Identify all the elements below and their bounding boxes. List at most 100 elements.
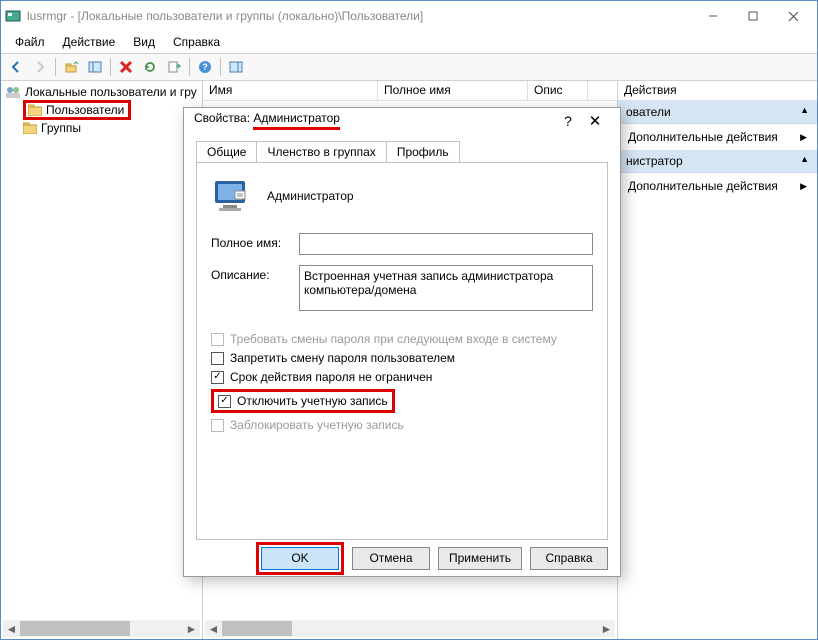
check-label: Заблокировать учетную запись <box>230 418 404 432</box>
help-button[interactable]: ? <box>194 56 216 78</box>
scroll-left-arrow[interactable]: ◄ <box>205 621 222 636</box>
check-account-locked: Заблокировать учетную запись <box>211 418 593 432</box>
col-desc[interactable]: Опис <box>528 81 588 100</box>
tab-general[interactable]: Общие <box>196 141 257 162</box>
fullname-input[interactable] <box>299 233 593 255</box>
folder-icon <box>28 104 42 116</box>
dialog-titlebar[interactable]: Свойства: Администратор ? ✕ <box>184 108 620 133</box>
refresh-button[interactable] <box>139 56 161 78</box>
main-hscrollbar[interactable]: ◄ ► <box>205 620 615 637</box>
users-groups-icon <box>5 84 21 100</box>
actions-more-label: Дополнительные действия <box>628 130 778 144</box>
col-name[interactable]: Имя <box>203 81 378 100</box>
cancel-button[interactable]: Отмена <box>352 547 430 570</box>
mmc-window: lusrmgr - [Локальные пользователи и груп… <box>0 0 818 640</box>
check-password-never-expires[interactable]: ✓ Срок действия пароля не ограничен <box>211 370 593 384</box>
app-icon <box>5 8 21 24</box>
apply-button[interactable]: Применить <box>438 547 522 570</box>
tree-pane: Локальные пользователи и гру Пользовател… <box>1 81 203 639</box>
folder-icon <box>23 122 37 134</box>
toolbar: ? <box>1 53 817 81</box>
actions-header: Действия <box>618 81 817 101</box>
tree-root-label: Локальные пользователи и гру <box>25 85 197 99</box>
col-fullname[interactable]: Полное имя <box>378 81 528 100</box>
chevron-right-icon: ▶ <box>800 132 807 143</box>
actions-more-1[interactable]: Дополнительные действия ▶ <box>618 124 817 150</box>
checkbox-icon[interactable]: ✓ <box>218 395 231 408</box>
ok-button-highlight: OK <box>256 542 344 575</box>
menubar: Файл Действие Вид Справка <box>1 31 817 53</box>
menu-file[interactable]: Файл <box>7 33 53 51</box>
fullname-label: Полное имя: <box>211 233 299 250</box>
checkbox-icon[interactable]: ✓ <box>211 371 224 384</box>
close-button[interactable] <box>773 2 813 30</box>
scroll-left-arrow[interactable]: ◄ <box>3 621 20 636</box>
user-account-icon <box>211 177 253 215</box>
properties-dialog: Свойства: Администратор ? ✕ Общие Членст… <box>183 107 621 577</box>
ok-button[interactable]: OK <box>261 547 339 570</box>
tree-root[interactable]: Локальные пользователи и гру <box>3 83 200 101</box>
dialog-tabs: Общие Членство в группах Профиль <box>196 141 608 162</box>
tree-users[interactable]: Пользователи <box>3 101 200 119</box>
tree-hscrollbar[interactable]: ◄ ► <box>3 620 200 637</box>
dialog-close-button[interactable]: ✕ <box>580 112 610 130</box>
actions-band-admin[interactable]: нистратор ▲ <box>618 150 817 173</box>
checkbox-icon[interactable] <box>211 352 224 365</box>
dialog-title-prefix: Свойства: <box>194 111 253 125</box>
tab-membership[interactable]: Членство в группах <box>256 141 386 162</box>
check-disable-account-highlight: ✓ Отключить учетную запись <box>211 389 395 413</box>
actions-band-users[interactable]: ователи ▲ <box>618 101 817 124</box>
tree-users-label: Пользователи <box>46 103 124 117</box>
actions-band-label: ователи <box>626 105 671 119</box>
scroll-right-arrow[interactable]: ► <box>183 621 200 636</box>
delete-button[interactable] <box>115 56 137 78</box>
dialog-body: Общие Членство в группах Профиль Админис… <box>184 133 620 540</box>
tab-profile[interactable]: Профиль <box>386 141 460 162</box>
toolbar-separator <box>110 58 111 76</box>
menu-action[interactable]: Действие <box>55 33 124 51</box>
scroll-thumb[interactable] <box>20 621 130 636</box>
show-hide-tree-button[interactable] <box>84 56 106 78</box>
collapse-icon: ▲ <box>800 105 809 119</box>
dialog-footer: OK Отмена Применить Справка <box>184 540 620 576</box>
svg-text:?: ? <box>202 62 208 72</box>
toolbar-separator <box>55 58 56 76</box>
check-label: Требовать смены пароля при следующем вхо… <box>230 332 557 346</box>
toolbar-separator <box>220 58 221 76</box>
help-button[interactable]: Справка <box>530 547 608 570</box>
menu-view[interactable]: Вид <box>125 33 163 51</box>
checkbox-icon <box>211 333 224 346</box>
column-headers: Имя Полное имя Опис <box>203 81 617 101</box>
actions-pane-button[interactable] <box>225 56 247 78</box>
toolbar-separator <box>189 58 190 76</box>
titlebar: lusrmgr - [Локальные пользователи и груп… <box>1 1 817 31</box>
nav-forward-button[interactable] <box>29 56 51 78</box>
export-list-button[interactable] <box>163 56 185 78</box>
dialog-user-label: Администратор <box>267 189 354 203</box>
checkbox-icon <box>211 419 224 432</box>
check-label: Срок действия пароля не ограничен <box>230 370 432 384</box>
check-label: Запретить смену пароля пользователем <box>230 351 455 365</box>
dialog-title: Свойства: Администратор <box>194 111 556 130</box>
check-no-password-change[interactable]: Запретить смену пароля пользователем <box>211 351 593 365</box>
chevron-right-icon: ▶ <box>800 181 807 192</box>
up-button[interactable] <box>60 56 82 78</box>
dialog-title-name: Администратор <box>253 111 340 130</box>
description-input[interactable]: Встроенная учетная запись администратора… <box>299 265 593 311</box>
actions-more-label: Дополнительные действия <box>628 179 778 193</box>
collapse-icon: ▲ <box>800 154 809 168</box>
nav-back-button[interactable] <box>5 56 27 78</box>
check-label: Отключить учетную запись <box>237 394 388 408</box>
tree-groups[interactable]: Группы <box>3 119 200 137</box>
actions-more-2[interactable]: Дополнительные действия ▶ <box>618 173 817 199</box>
dialog-help-button[interactable]: ? <box>556 113 580 129</box>
maximize-button[interactable] <box>733 2 773 30</box>
tree-groups-label: Группы <box>41 121 81 135</box>
scroll-thumb[interactable] <box>222 621 292 636</box>
actions-band-label: нистратор <box>626 154 683 168</box>
menu-help[interactable]: Справка <box>165 33 228 51</box>
minimize-button[interactable] <box>693 2 733 30</box>
check-change-password: Требовать смены пароля при следующем вхо… <box>211 332 593 346</box>
scroll-right-arrow[interactable]: ► <box>598 621 615 636</box>
description-label: Описание: <box>211 265 299 282</box>
